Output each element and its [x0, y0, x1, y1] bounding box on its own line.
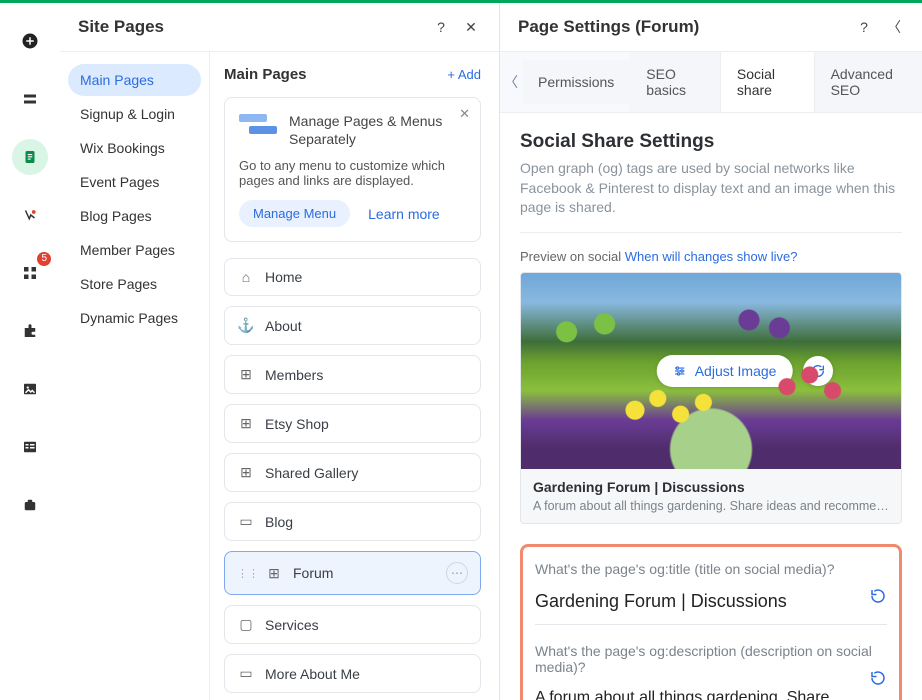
- preview-changes-link[interactable]: When will changes show live?: [625, 249, 798, 264]
- page-label: Services: [265, 617, 468, 633]
- tab-advanced-seo[interactable]: Advanced SEO: [815, 52, 922, 112]
- card-desc: Go to any menu to customize which pages …: [239, 158, 466, 188]
- add-icon[interactable]: [12, 23, 48, 59]
- pages-icon[interactable]: [12, 139, 48, 175]
- page-item-about[interactable]: ⚓ About: [224, 306, 481, 345]
- sliders-icon: [673, 364, 687, 378]
- card-close-icon[interactable]: ✕: [459, 106, 470, 122]
- page-item-shared-gallery[interactable]: ⊞ Shared Gallery: [224, 453, 481, 492]
- apps-badge: 5: [37, 252, 51, 266]
- pages-list: ⌂ Home ⚓ About ⊞ Members ⊞ Etsy Shop ⊞ Shared Gal…: [224, 258, 481, 700]
- page-label: Blog: [265, 514, 468, 530]
- learn-more-link[interactable]: Learn more: [368, 206, 440, 222]
- page-item-forum[interactable]: ⋮⋮ ⊞ Forum ⋯: [224, 551, 481, 595]
- adjust-image-button[interactable]: Adjust Image: [657, 355, 793, 387]
- page-type-icon: ▢: [237, 616, 255, 633]
- page-item-etsy-shop[interactable]: ⊞ Etsy Shop: [224, 404, 481, 443]
- tabs-prev-icon[interactable]: 〈: [500, 72, 522, 92]
- svg-text:A: A: [28, 504, 32, 510]
- page-settings-panel: Page Settings (Forum) ? 〈 〈 Permissions …: [500, 3, 922, 700]
- cat-event-pages[interactable]: Event Pages: [68, 166, 201, 198]
- page-label: Home: [265, 269, 468, 285]
- cat-blog-pages[interactable]: Blog Pages: [68, 200, 201, 232]
- page-item-more-about-me[interactable]: ▭ More About Me: [224, 654, 481, 693]
- tab-seo-basics[interactable]: SEO basics: [630, 52, 720, 112]
- preview-desc: A forum about all things gardening. Shar…: [533, 499, 889, 513]
- page-label: Members: [265, 367, 468, 383]
- og-desc-reset-icon[interactable]: [869, 669, 887, 690]
- page-type-icon: ⌂: [237, 269, 255, 285]
- settings-back-icon[interactable]: 〈: [884, 17, 904, 37]
- page-item-members[interactable]: ⊞ Members: [224, 355, 481, 394]
- section-heading: Social Share Settings: [520, 131, 902, 153]
- og-title-reset-icon[interactable]: [869, 587, 887, 608]
- page-more-icon[interactable]: ⋯: [446, 562, 468, 584]
- page-label: About: [265, 318, 468, 334]
- section-icon[interactable]: [12, 81, 48, 117]
- page-type-icon: ⊞: [265, 565, 283, 582]
- page-type-icon: ⊞: [237, 415, 255, 432]
- page-type-icon: ⊞: [237, 464, 255, 481]
- manage-menus-card: ✕ Manage Pages & Menus Separately Go to …: [224, 97, 481, 242]
- preview-image: Adjust Image: [521, 273, 901, 469]
- preview-label: Preview on social When will changes show…: [520, 249, 902, 264]
- og-desc-input[interactable]: A forum about all things gardening. Shar…: [535, 683, 887, 700]
- page-label: Etsy Shop: [265, 416, 468, 432]
- cat-wix-bookings[interactable]: Wix Bookings: [68, 132, 201, 164]
- page-item-services[interactable]: ▢ Services: [224, 605, 481, 644]
- cat-store-pages[interactable]: Store Pages: [68, 268, 201, 300]
- add-page-link[interactable]: + Add: [447, 67, 481, 82]
- settings-title: Page Settings (Forum): [518, 17, 844, 37]
- tab-social-share[interactable]: Social share: [720, 52, 815, 112]
- content-manager-icon[interactable]: [12, 429, 48, 465]
- page-type-icon: ⚓: [237, 317, 255, 334]
- card-title: Manage Pages & Menus Separately: [289, 112, 466, 148]
- page-type-icon: ▭: [237, 513, 255, 530]
- apps-icon[interactable]: 5: [12, 255, 48, 291]
- page-label: Forum: [293, 565, 436, 581]
- cat-member-pages[interactable]: Member Pages: [68, 234, 201, 266]
- category-list: Main Pages Signup & Login Wix Bookings E…: [60, 52, 210, 700]
- help-icon[interactable]: ?: [431, 19, 451, 35]
- refresh-image-button[interactable]: [803, 356, 833, 386]
- cat-main-pages[interactable]: Main Pages: [68, 64, 201, 96]
- og-fields-highlight: What's the page's og:title (title on soc…: [520, 544, 902, 700]
- addons-icon[interactable]: [12, 313, 48, 349]
- og-title-input[interactable]: Gardening Forum | Discussions: [535, 585, 887, 625]
- pages-heading: Main Pages: [224, 66, 447, 83]
- drag-handle-icon[interactable]: ⋮⋮: [237, 567, 259, 580]
- section-desc: Open graph (og) tags are used by social …: [520, 159, 902, 233]
- page-label: Shared Gallery: [265, 465, 468, 481]
- page-label: More About Me: [265, 666, 468, 682]
- page-type-icon: ⊞: [237, 366, 255, 383]
- cat-dynamic-pages[interactable]: Dynamic Pages: [68, 302, 201, 334]
- page-item-home[interactable]: ⌂ Home: [224, 258, 481, 296]
- media-icon[interactable]: [12, 371, 48, 407]
- og-desc-label: What's the page's og:description (descri…: [535, 643, 887, 675]
- page-item-blog[interactable]: ▭ Blog: [224, 502, 481, 541]
- preview-title: Gardening Forum | Discussions: [533, 479, 889, 495]
- manage-menu-button[interactable]: Manage Menu: [239, 200, 350, 227]
- settings-help-icon[interactable]: ?: [854, 19, 874, 35]
- editor-left-rail: 5 A: [0, 3, 60, 700]
- cat-signup-login[interactable]: Signup & Login: [68, 98, 201, 130]
- site-pages-panel: Site Pages ? ✕ Main Pages Signup & Login…: [60, 3, 500, 700]
- page-type-icon: ▭: [237, 665, 255, 682]
- og-title-label: What's the page's og:title (title on soc…: [535, 561, 887, 577]
- close-icon[interactable]: ✕: [461, 19, 481, 36]
- menus-illustration-icon: [239, 112, 279, 138]
- social-preview-card: Adjust Image Gardening Forum | Discussio…: [520, 272, 902, 524]
- tab-permissions[interactable]: Permissions: [522, 60, 630, 104]
- panel-title: Site Pages: [78, 17, 421, 37]
- business-icon[interactable]: A: [12, 487, 48, 523]
- design-icon[interactable]: [12, 197, 48, 233]
- settings-tabs: 〈 Permissions SEO basics Social share Ad…: [500, 51, 922, 113]
